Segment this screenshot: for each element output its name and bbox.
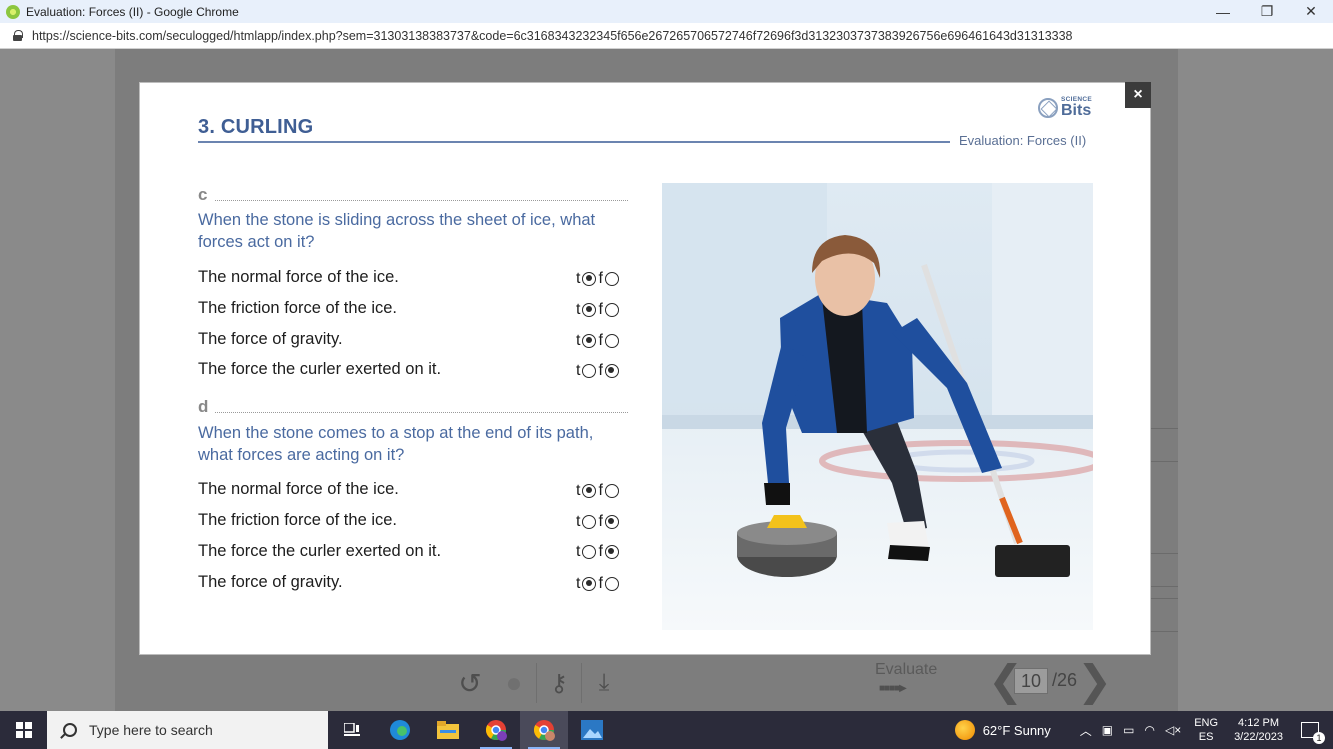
false-radio[interactable] <box>604 364 619 378</box>
chrome-active-icon[interactable] <box>520 711 568 749</box>
search-placeholder: Type here to search <box>89 722 213 738</box>
restore-button[interactable]: ❐ <box>1245 3 1289 20</box>
question-c: When the stone is sliding across the she… <box>198 211 596 251</box>
current-page-input[interactable]: 10 <box>1014 667 1048 694</box>
tf-selector: tf <box>576 513 621 531</box>
chrome-profile-icon[interactable] <box>472 711 520 749</box>
statement-d4: The force of gravity. <box>198 573 343 591</box>
window-close-button[interactable]: ✕ <box>1289 3 1333 20</box>
reset-icon[interactable]: ↺ <box>448 667 492 700</box>
statement-c4: The force the curler exerted on it. <box>198 360 442 378</box>
side-panel-tab[interactable] <box>1150 598 1178 632</box>
true-radio[interactable] <box>582 577 597 591</box>
statement-d1: The normal force of the ice. <box>198 480 399 498</box>
taskbar: Type here to search 62°F Sunny ︿ ▣ ▭ ◠ ◁… <box>0 711 1333 749</box>
task-view-icon[interactable] <box>328 711 376 749</box>
browser-title-bar: Evaluation: Forces (II) - Google Chrome … <box>0 0 1333 23</box>
search-icon <box>63 723 77 737</box>
next-page-chevron-icon[interactable]: ❯ <box>1077 656 1112 705</box>
edge-icon[interactable] <box>376 711 424 749</box>
clock[interactable]: 4:12 PM 3/22/2023 <box>1234 716 1283 744</box>
atom-logo-icon <box>1038 97 1058 118</box>
question-d: When the stone comes to a stop at the en… <box>198 424 594 464</box>
science-bits-logo: SCIENCE Bits <box>1038 96 1092 119</box>
page-total: /26 <box>1052 670 1078 690</box>
false-radio[interactable] <box>604 545 619 559</box>
notification-icon[interactable] <box>1301 722 1325 744</box>
weather-text[interactable]: 62°F Sunny <box>983 723 1051 738</box>
meet-now-icon[interactable]: ▣ <box>1102 723 1113 737</box>
curler-photo <box>662 183 1093 630</box>
true-radio[interactable] <box>582 545 597 559</box>
minimize-button[interactable]: — <box>1201 4 1245 20</box>
windows-start-icon[interactable] <box>0 711 47 749</box>
address-bar[interactable]: https://science-bits.com/seculogged/html… <box>0 23 1333 49</box>
tf-selector: tf <box>576 301 621 319</box>
system-tray: 62°F Sunny ︿ ▣ ▭ ◠ ◁× ENG ES 4:12 PM 3/2… <box>954 711 1333 749</box>
true-radio[interactable] <box>582 334 597 348</box>
page-title: 3. CURLING <box>198 116 314 138</box>
language-indicator[interactable]: ENG ES <box>1194 716 1218 744</box>
true-radio[interactable] <box>582 303 597 317</box>
side-panel-tab[interactable] <box>1150 428 1178 462</box>
false-radio[interactable] <box>604 334 619 348</box>
tf-selector: tf <box>576 362 621 380</box>
tf-selector: tf <box>576 543 621 561</box>
statement-d2: The friction force of the ice. <box>198 511 398 529</box>
evaluate-button-label[interactable]: Evaluate <box>875 661 937 679</box>
volume-muted-icon[interactable]: ◁× <box>1165 723 1181 737</box>
tf-selector: tf <box>576 332 621 350</box>
window-title: Evaluation: Forces (II) - Google Chrome <box>26 4 239 19</box>
logo-big-text: Bits <box>1061 101 1092 119</box>
bottom-toolbar: ↺ ● ⚷ ⤓ <box>448 660 626 706</box>
weather-sun-icon[interactable] <box>954 720 975 740</box>
side-panel-tab[interactable] <box>1150 553 1178 587</box>
chrome-app-icon <box>6 4 20 19</box>
true-radio[interactable] <box>582 515 597 529</box>
false-radio[interactable] <box>604 577 619 591</box>
lock-icon <box>13 30 23 41</box>
wifi-icon[interactable]: ◠ <box>1144 723 1154 737</box>
true-radio[interactable] <box>582 364 597 378</box>
false-radio[interactable] <box>604 272 619 286</box>
part-divider <box>215 200 628 201</box>
pager: ❮ 10 /26 ❯ <box>988 656 1112 705</box>
comment-icon[interactable]: ● <box>492 667 536 699</box>
file-explorer-icon[interactable] <box>424 711 472 749</box>
part-label-c: c <box>198 185 208 204</box>
part-divider <box>215 412 628 413</box>
tf-selector: tf <box>576 270 621 288</box>
statement-c3: The force of gravity. <box>198 330 343 348</box>
evaluate-progress-icon: ■■■■▶ <box>879 683 907 694</box>
statement-c1: The normal force of the ice. <box>198 268 399 286</box>
photos-icon[interactable] <box>568 711 616 749</box>
true-radio[interactable] <box>582 272 597 286</box>
false-radio[interactable] <box>604 484 619 498</box>
part-label-d: d <box>198 397 209 416</box>
battery-icon[interactable]: ▭ <box>1123 723 1134 737</box>
tf-selector: tf <box>576 482 621 500</box>
chevron-up-icon[interactable]: ︿ <box>1080 722 1092 739</box>
modal-close-button[interactable]: × <box>1125 82 1151 108</box>
title-divider <box>198 141 950 143</box>
statement-c2: The friction force of the ice. <box>198 299 398 317</box>
taskbar-search-input[interactable]: Type here to search <box>47 711 328 749</box>
evaluation-subtitle: Evaluation: Forces (II) <box>959 133 1087 148</box>
key-icon[interactable]: ⚷ <box>537 669 581 698</box>
true-radio[interactable] <box>582 484 597 498</box>
tf-selector: tf <box>576 575 621 593</box>
false-radio[interactable] <box>604 303 619 317</box>
url-text[interactable]: https://science-bits.com/seculogged/html… <box>32 29 1073 43</box>
statement-d3: The force the curler exerted on it. <box>198 542 442 560</box>
false-radio[interactable] <box>604 515 619 529</box>
prev-page-chevron-icon[interactable]: ❮ <box>988 656 1023 705</box>
download-icon[interactable]: ⤓ <box>582 669 626 697</box>
